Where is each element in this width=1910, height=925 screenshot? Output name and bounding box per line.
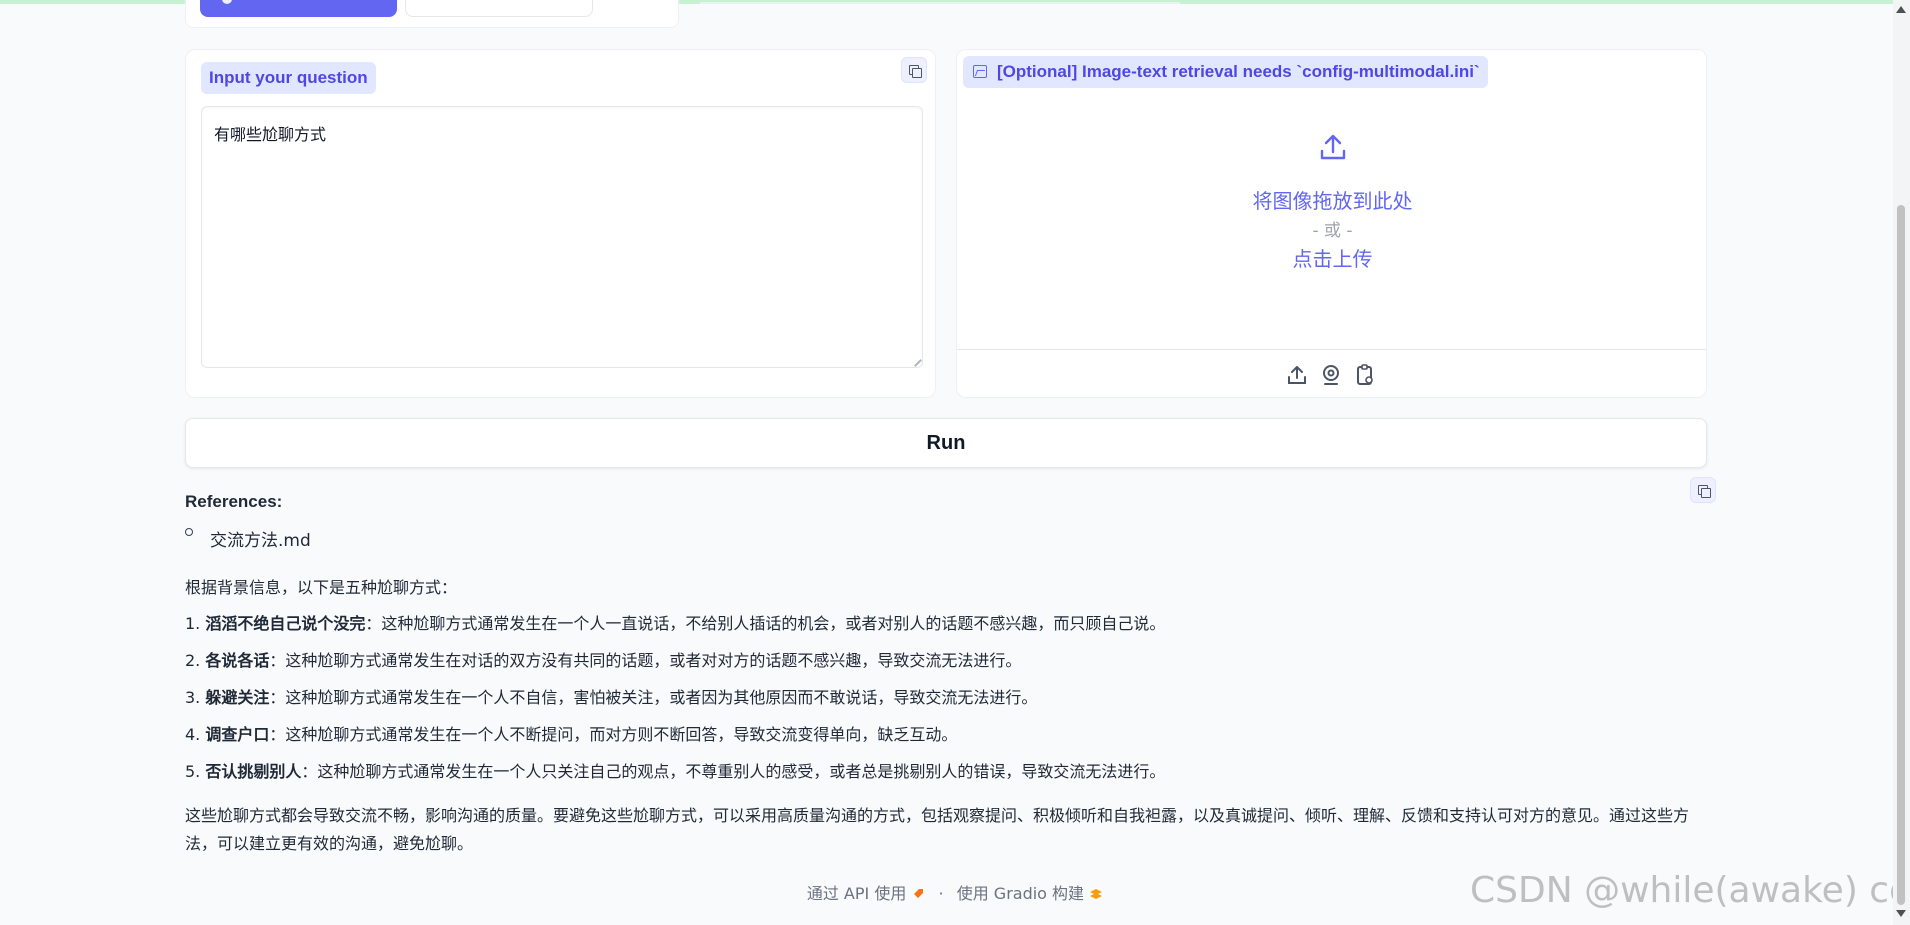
drop-text: 将图像拖放到此处	[1252, 189, 1413, 213]
copy-icon[interactable]	[901, 57, 927, 83]
copy-answer-icon[interactable]	[1690, 477, 1716, 503]
question-input[interactable]	[201, 106, 923, 368]
webcam-icon[interactable]	[1319, 363, 1343, 387]
api-link[interactable]: 通过 API 使用	[807, 884, 926, 903]
scroll-down-icon[interactable]	[1896, 910, 1906, 917]
answer-list-item: 3. 躲避关注：这种尬聊方式通常发生在一个人不自信，害怕被关注，或者因为其他原因…	[185, 684, 1037, 708]
image-label-text: [Optional] Image-text retrieval needs `c…	[997, 62, 1480, 81]
references-title: References:	[185, 492, 283, 511]
api-link-text: 通过 API 使用	[806, 884, 907, 903]
reference-item: 交流方法.md	[210, 531, 311, 551]
item-term: 否认挑剔别人	[205, 762, 302, 781]
item-desc: ：这种尬聊方式通常发生在一个人不自信，害怕被关注，或者因为其他原因而不敢说话，导…	[269, 688, 1038, 707]
divider	[700, 2, 1180, 4]
item-number: 2.	[185, 651, 201, 670]
gradio-logo-icon	[1090, 889, 1103, 899]
click-upload-text[interactable]: 点击上传	[957, 243, 1708, 272]
scrollbar[interactable]	[1893, 0, 1910, 925]
footer-separator: ·	[938, 884, 944, 903]
item-term: 滔滔不绝自己说个没完	[205, 614, 366, 633]
upload-icon	[1320, 134, 1346, 160]
item-number: 5.	[185, 762, 201, 781]
clipboard-icon[interactable]	[1353, 363, 1377, 387]
answer-list-item: 1. 滔滔不绝自己说个没完：这种尬聊方式通常发生在一个人一直说话，不给别人插话的…	[185, 610, 1165, 634]
scrollbar-thumb[interactable]	[1897, 205, 1905, 905]
item-term: 躲避关注	[205, 688, 270, 707]
item-desc: ：这种尬聊方式通常发生在一个人不断提问，而对方则不断回答，导致交流变得单向，缺乏…	[269, 725, 958, 744]
upload-source-icon[interactable]	[1285, 363, 1309, 387]
item-term: 调查户口	[205, 725, 270, 744]
image-label: [Optional] Image-text retrieval needs `c…	[963, 56, 1488, 88]
answer-list-item: 2. 各说各话：这种尬聊方式通常发生在对话的双方没有共同的话题，或者对对方的话题…	[185, 647, 1021, 671]
question-label: Input your question	[201, 62, 376, 94]
item-desc: ：这种尬聊方式通常发生在一个人只关注自己的观点，不尊重别人的感受，或者总是挑剔别…	[301, 762, 1166, 781]
answer-list-item: 5. 否认挑剔别人：这种尬聊方式通常发生在一个人只关注自己的观点，不尊重别人的感…	[185, 758, 1165, 782]
answer-summary: 这些尬聊方式都会导致交流不畅，影响沟通的质量。要避免这些尬聊方式，可以采用高质量…	[185, 806, 1690, 853]
item-desc: ：这种尬聊方式通常发生在一个人一直说话，不给别人插话的机会，或者对别人的话题不感…	[365, 614, 1166, 633]
scroll-up-icon[interactable]	[1896, 6, 1906, 13]
list-bullet-icon	[185, 528, 193, 536]
run-button[interactable]: Run	[185, 418, 1707, 468]
panel-divider	[957, 349, 1706, 350]
rocket-icon	[914, 889, 924, 898]
item-number: 1.	[185, 614, 201, 633]
gradio-link[interactable]: 使用 Gradio 构建	[957, 884, 1103, 903]
image-upload-panel: [Optional] Image-text retrieval needs `c…	[956, 49, 1707, 398]
item-desc: ：这种尬聊方式通常发生在对话的双方没有共同的话题，或者对对方的话题不感兴趣，导致…	[269, 651, 1022, 670]
answer-intro: 根据背景信息，以下是五种尬聊方式：	[185, 578, 458, 597]
item-term: 各说各话	[205, 651, 270, 670]
tab-inactive[interactable]	[405, 0, 593, 17]
item-number: 4.	[185, 725, 201, 744]
gradio-link-text: 使用 Gradio 构建	[956, 884, 1085, 903]
watermark: CSDN @while(awake) code	[1470, 870, 1910, 911]
tab-active[interactable]	[200, 0, 397, 17]
question-panel: Input your question	[185, 49, 936, 398]
item-number: 3.	[185, 688, 201, 707]
image-icon	[973, 65, 987, 78]
answer-list-item: 4. 调查户口：这种尬聊方式通常发生在一个人不断提问，而对方则不断回答，导致交流…	[185, 721, 957, 745]
tab-icon	[222, 0, 232, 4]
or-text: - 或 -	[1312, 221, 1353, 241]
